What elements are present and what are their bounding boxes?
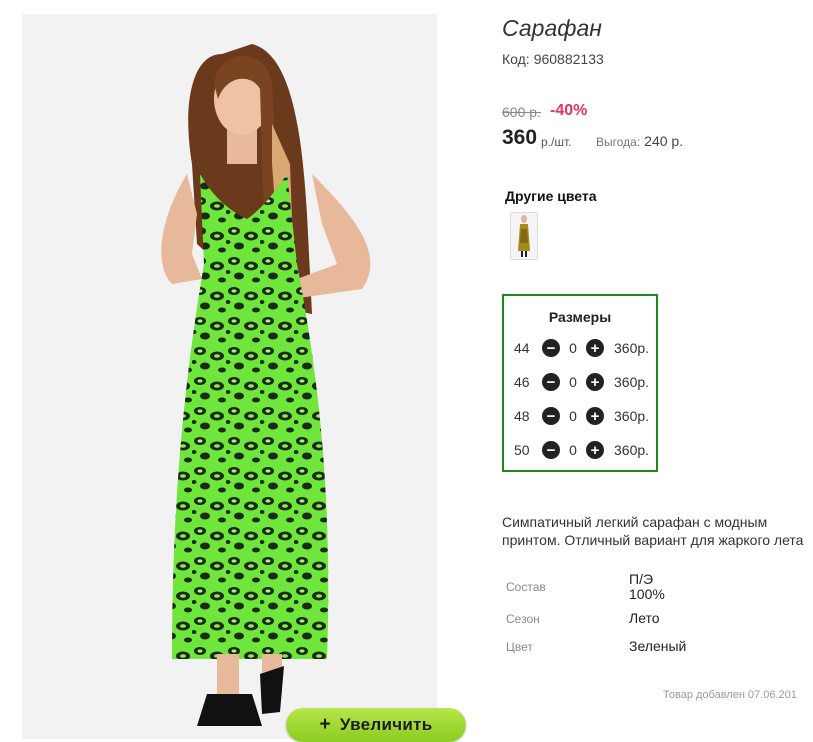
attr-value-season: Лето [629, 610, 660, 626]
attr-label-color: Цвет [506, 640, 533, 654]
size-quantity[interactable]: 0 [560, 408, 586, 424]
product-description: Симпатичный легкий сарафан с модным прин… [502, 514, 804, 548]
added-date-value: 07.06.201 [747, 689, 797, 701]
old-price: 600 р. [502, 104, 541, 120]
size-row-46: 46 − 0 + 360р. [514, 372, 649, 392]
size-value: 48 [514, 408, 530, 424]
added-date-label: Товар добавлен [663, 689, 745, 701]
size-row-48: 48 − 0 + 360р. [514, 406, 649, 426]
size-quantity[interactable]: 0 [560, 442, 586, 458]
color-variant-thumbnail[interactable] [510, 212, 538, 260]
plus-circle-icon[interactable]: + [586, 441, 604, 459]
attr-label-composition: Состав [506, 580, 546, 594]
size-price: 360р. [614, 374, 650, 390]
sizes-title: Размеры [548, 309, 612, 325]
zoom-button[interactable]: + Увеличить [286, 708, 466, 742]
price-unit: р./шт. [541, 135, 572, 149]
plus-circle-icon[interactable]: + [586, 339, 604, 357]
sizes-panel: Размеры 44 − 0 + 360р. 46 − 0 + 360р. 48… [502, 294, 658, 472]
minus-circle-icon[interactable]: − [542, 407, 560, 425]
color-variant-image [511, 213, 537, 259]
discount-badge: -40% [550, 102, 588, 119]
size-quantity[interactable]: 0 [560, 374, 586, 390]
current-price: 360 [502, 126, 538, 149]
product-photo[interactable] [22, 14, 437, 739]
product-title: Сарафан [502, 15, 602, 41]
savings-label: Выгода: [596, 135, 641, 149]
attr-value-color: Зеленый [629, 638, 687, 654]
savings: Выгода: 240 р. [596, 133, 683, 149]
added-date: Товар добавлен 07.06.201 [663, 689, 797, 701]
size-value: 50 [514, 442, 530, 458]
size-price: 360р. [614, 442, 650, 458]
attr-value-composition: П/Э 100% [629, 572, 665, 602]
product-code-label: Код: [502, 51, 530, 67]
plus-circle-icon[interactable]: + [586, 407, 604, 425]
size-quantity[interactable]: 0 [560, 340, 586, 356]
product-image [22, 14, 437, 739]
product-code-value: 960882133 [533, 51, 604, 67]
size-value: 44 [514, 340, 530, 356]
minus-circle-icon[interactable]: − [542, 441, 560, 459]
product-code: Код: 960882133 [502, 51, 604, 67]
attr-value-composition-line2: 100% [629, 586, 665, 602]
size-value: 46 [514, 374, 530, 390]
attr-label-season: Сезон [506, 612, 540, 626]
size-row-44: 44 − 0 + 360р. [514, 338, 649, 358]
other-colors-title: Другие цвета [505, 188, 597, 204]
size-price: 360р. [614, 340, 650, 356]
minus-circle-icon[interactable]: − [542, 339, 560, 357]
plus-icon: + [319, 714, 331, 735]
zoom-button-label: Увеличить [339, 715, 433, 734]
plus-circle-icon[interactable]: + [586, 373, 604, 391]
size-row-50: 50 − 0 + 360р. [514, 440, 649, 460]
savings-value: 240 р. [644, 133, 684, 149]
size-price: 360р. [614, 408, 650, 424]
minus-circle-icon[interactable]: − [542, 373, 560, 391]
attr-value-composition-line1: П/Э [629, 571, 654, 587]
